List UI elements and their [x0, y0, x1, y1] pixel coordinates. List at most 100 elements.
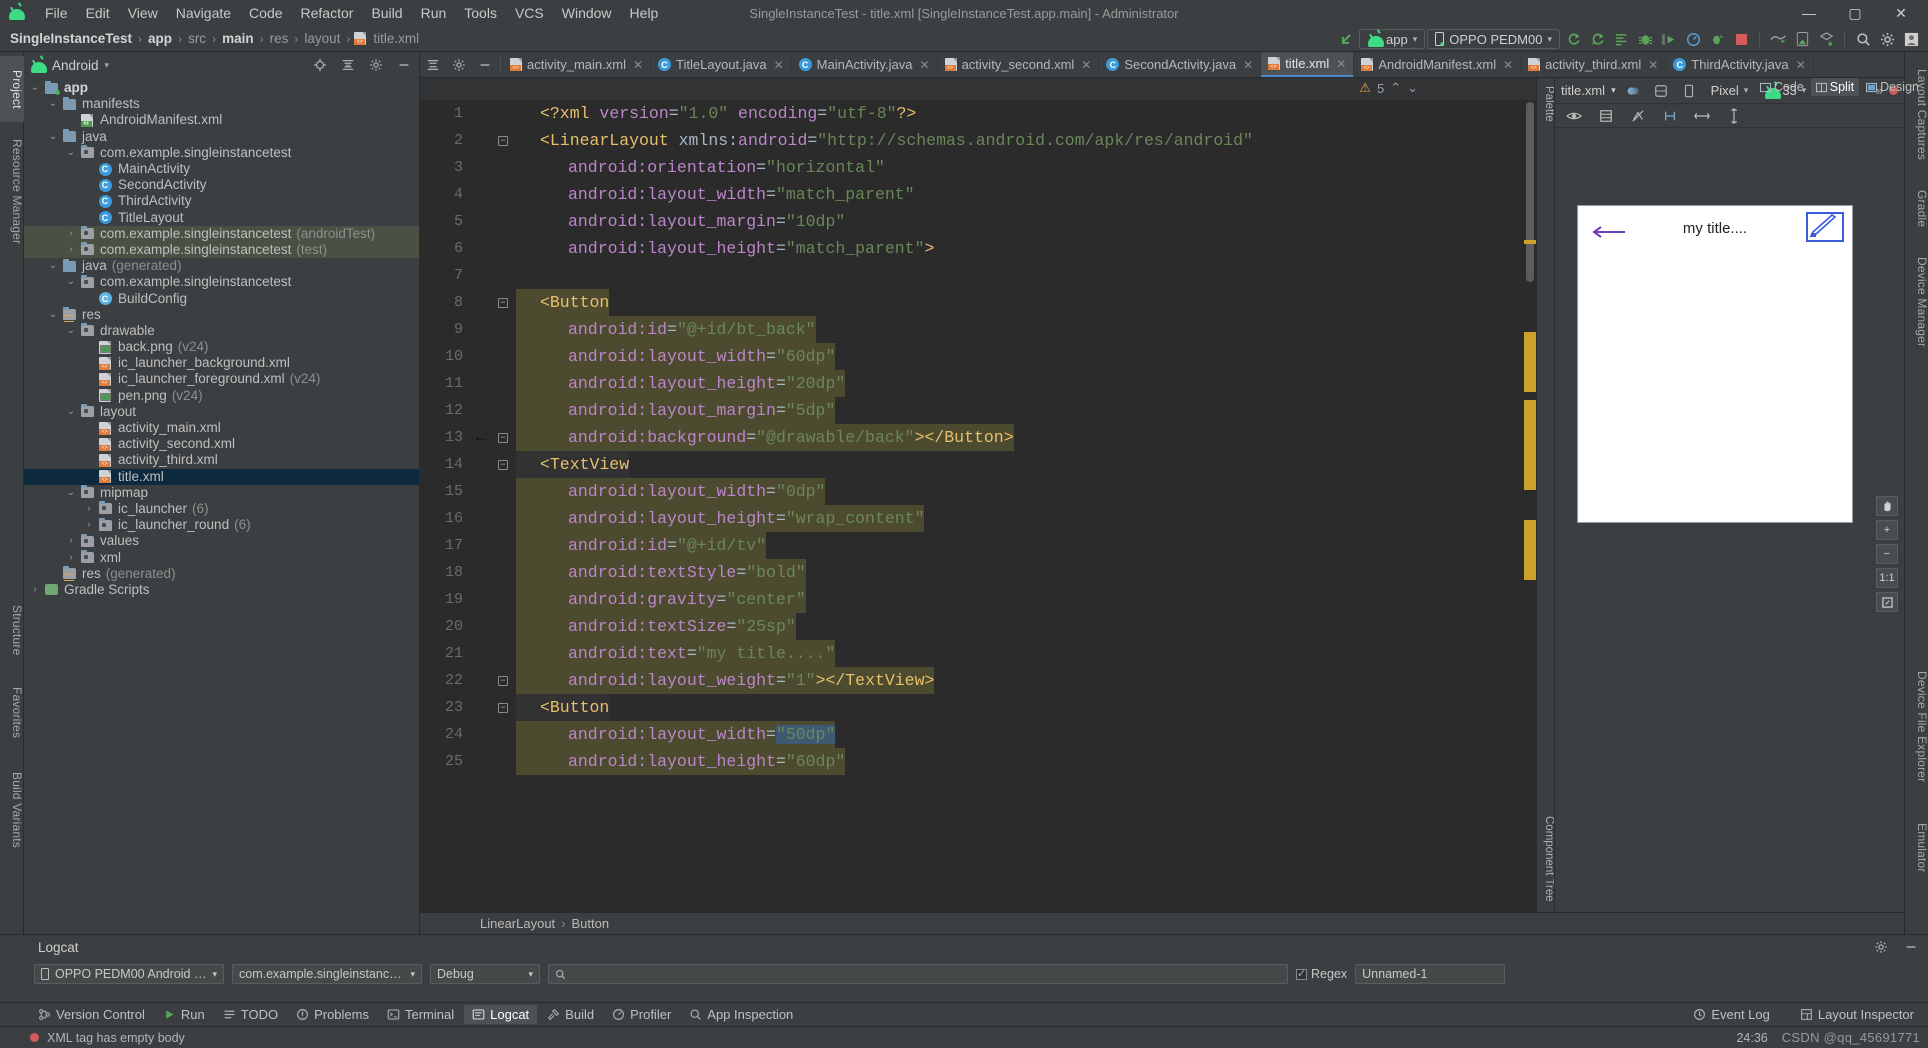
sync-gradle-icon[interactable] [1562, 29, 1584, 49]
breadcrumb-item-main[interactable]: main [220, 31, 256, 46]
distance-icon[interactable] [1659, 106, 1681, 126]
code-line-25[interactable]: 25 android:layout_height="60dp" [420, 748, 1536, 775]
code-line-11[interactable]: 11 android:layout_height="20dp" [420, 370, 1536, 397]
breadcrumb-item-src[interactable]: src [186, 31, 208, 46]
breadcrumb-item-app[interactable]: app [146, 31, 174, 46]
chevron-down-icon[interactable]: ⌄ [64, 323, 78, 339]
device-manager-icon[interactable] [1791, 29, 1813, 49]
menu-item-run[interactable]: Run [412, 3, 456, 23]
view-mode-design[interactable]: Design [1861, 78, 1924, 96]
tree-row-java[interactable]: ⌄ java (generated) [24, 258, 419, 274]
menu-item-file[interactable]: File [36, 3, 77, 23]
sidebar-item-emulator[interactable]: Emulator [1905, 808, 1928, 888]
warning-marker[interactable] [1524, 400, 1536, 490]
chevron-right-icon[interactable]: › [64, 226, 78, 242]
horizontal-align-icon[interactable] [1691, 106, 1713, 126]
logcat-regex-toggle[interactable]: Regex [1296, 967, 1347, 981]
close-icon[interactable]: ✕ [920, 58, 930, 72]
code-line-3[interactable]: 3 android:orientation="horizontal" [420, 154, 1536, 181]
fold-gutter[interactable]: − [490, 432, 516, 443]
menu-item-navigate[interactable]: Navigate [167, 3, 240, 23]
tool-window-todo[interactable]: TODO [215, 1005, 286, 1024]
tree-row-secondactivity[interactable]: C SecondActivity [24, 177, 419, 193]
fold-minus-icon[interactable]: − [498, 702, 508, 713]
code-line-10[interactable]: 10 android:layout_width="60dp" [420, 343, 1536, 370]
close-icon[interactable]: ✕ [1243, 58, 1253, 72]
gear-icon[interactable] [1870, 937, 1892, 957]
chevron-right-icon[interactable]: › [64, 533, 78, 549]
fold-minus-icon[interactable]: − [498, 675, 508, 686]
warning-marker[interactable] [1524, 240, 1536, 244]
menu-item-code[interactable]: Code [240, 3, 291, 23]
inspection-widget[interactable]: ⚠ 5 ⌃ ⌄ [1359, 80, 1418, 96]
zoom-to-fit-button[interactable] [1876, 592, 1898, 612]
zoom-out-button[interactable]: − [1876, 544, 1898, 564]
run-icon[interactable] [1658, 29, 1680, 49]
menu-item-vcs[interactable]: VCS [506, 3, 553, 23]
vertical-align-icon[interactable] [1723, 106, 1745, 126]
tree-row-drawable[interactable]: ⌄ drawable [24, 323, 419, 339]
tool-window-run[interactable]: Run [155, 1005, 213, 1024]
sidebar-item-gradle[interactable]: Gradle [1905, 180, 1928, 238]
editor-tab-activity_second-xml[interactable]: activity_second.xml ✕ [938, 52, 1100, 77]
previous-issue-icon[interactable]: ⌃ [1390, 80, 1401, 96]
sidebar-item-structure[interactable]: Structure [0, 592, 24, 668]
tree-row-com-example-singleinstancetest[interactable]: › com.example.singleinstancetest (test) [24, 241, 419, 259]
code-line-1[interactable]: 1 <?xml version="1.0" encoding="utf-8"?> [420, 100, 1536, 127]
component-breadcrumb-button[interactable]: Button [572, 916, 610, 931]
logcat-filter-name[interactable]: Unnamed-1 [1355, 964, 1506, 984]
menu-item-build[interactable]: Build [362, 3, 411, 23]
fold-gutter[interactable]: − [490, 135, 516, 146]
chevron-right-icon[interactable]: › [82, 501, 96, 517]
tool-window-event-log[interactable]: Event Log [1685, 1005, 1778, 1024]
blueprint-icon[interactable] [1650, 81, 1672, 101]
breadcrumb-item-title-xml[interactable]: title.xml [371, 31, 421, 46]
component-breadcrumb-linearlayout[interactable]: LinearLayout [480, 916, 555, 931]
device-preview[interactable]: my title.... [1577, 205, 1853, 523]
tool-window-layout-inspector[interactable]: Layout Inspector [1792, 1005, 1922, 1024]
fold-gutter[interactable]: − [490, 459, 516, 470]
avd-manager-icon[interactable]: A [1586, 29, 1608, 49]
maximize-button[interactable]: ▢ [1832, 0, 1878, 26]
fold-minus-icon[interactable]: − [498, 135, 508, 146]
breadcrumb-item-layout[interactable]: layout [302, 31, 342, 46]
sidebar-item-device-manager[interactable]: Device Manager [1905, 244, 1928, 360]
code-line-17[interactable]: 17 android:id="@+id/tv" [420, 532, 1536, 559]
tree-row-res[interactable]: res (generated) [24, 566, 419, 582]
menu-item-window[interactable]: Window [553, 3, 621, 23]
fold-minus-icon[interactable]: − [498, 432, 508, 443]
eye-icon[interactable] [1563, 106, 1585, 126]
tree-row-mipmap[interactable]: ⌄ mipmap [24, 485, 419, 501]
code-line-9[interactable]: 9 android:id="@+id/bt_back" [420, 316, 1536, 343]
close-icon[interactable]: ✕ [1648, 58, 1658, 72]
warning-marker[interactable] [1524, 520, 1536, 580]
tree-row-title-xml[interactable]: title.xml [24, 468, 419, 485]
code-line-15[interactable]: 15 android:layout_width="0dp" [420, 478, 1536, 505]
logcat-search-input[interactable] [548, 964, 1288, 984]
code-line-14[interactable]: 14 − <TextView [420, 451, 1536, 478]
chevron-down-icon[interactable]: ⌄ [64, 145, 78, 161]
menu-item-refactor[interactable]: Refactor [292, 3, 363, 23]
settings-icon[interactable] [365, 55, 387, 75]
preview-canvas[interactable]: my title.... + − 1:1 [1555, 128, 1904, 912]
zoom-in-button[interactable]: + [1876, 520, 1898, 540]
locate-icon[interactable] [309, 55, 331, 75]
tree-row-ic_launcher_background-xml[interactable]: ic_launcher_background.xml [24, 355, 419, 371]
code-line-7[interactable]: 7 [420, 262, 1536, 289]
tree-row-ic_launcher_round[interactable]: › ic_launcher_round (6) [24, 517, 419, 533]
menu-item-edit[interactable]: Edit [77, 3, 119, 23]
tree-row-java[interactable]: ⌄ java [24, 129, 419, 145]
stop-icon[interactable] [1730, 29, 1752, 49]
chevron-down-icon[interactable]: ⌄ [46, 129, 60, 145]
logcat-level-selector[interactable]: Debug ▾ [430, 964, 540, 984]
attach-debugger-icon[interactable] [1706, 29, 1728, 49]
close-icon[interactable]: ✕ [774, 58, 784, 72]
tool-window-profiler[interactable]: Profiler [604, 1005, 679, 1024]
editor-tab-activity_main-xml[interactable]: activity_main.xml ✕ [503, 52, 652, 77]
close-icon[interactable]: ✕ [1081, 58, 1091, 72]
tool-window-build[interactable]: Build [539, 1005, 602, 1024]
profiler-icon[interactable] [1682, 29, 1704, 49]
component-breadcrumb[interactable]: LinearLayout › Button [420, 912, 1904, 934]
tree-row-res[interactable]: ⌄ res [24, 307, 419, 323]
menu-item-view[interactable]: View [119, 3, 167, 23]
